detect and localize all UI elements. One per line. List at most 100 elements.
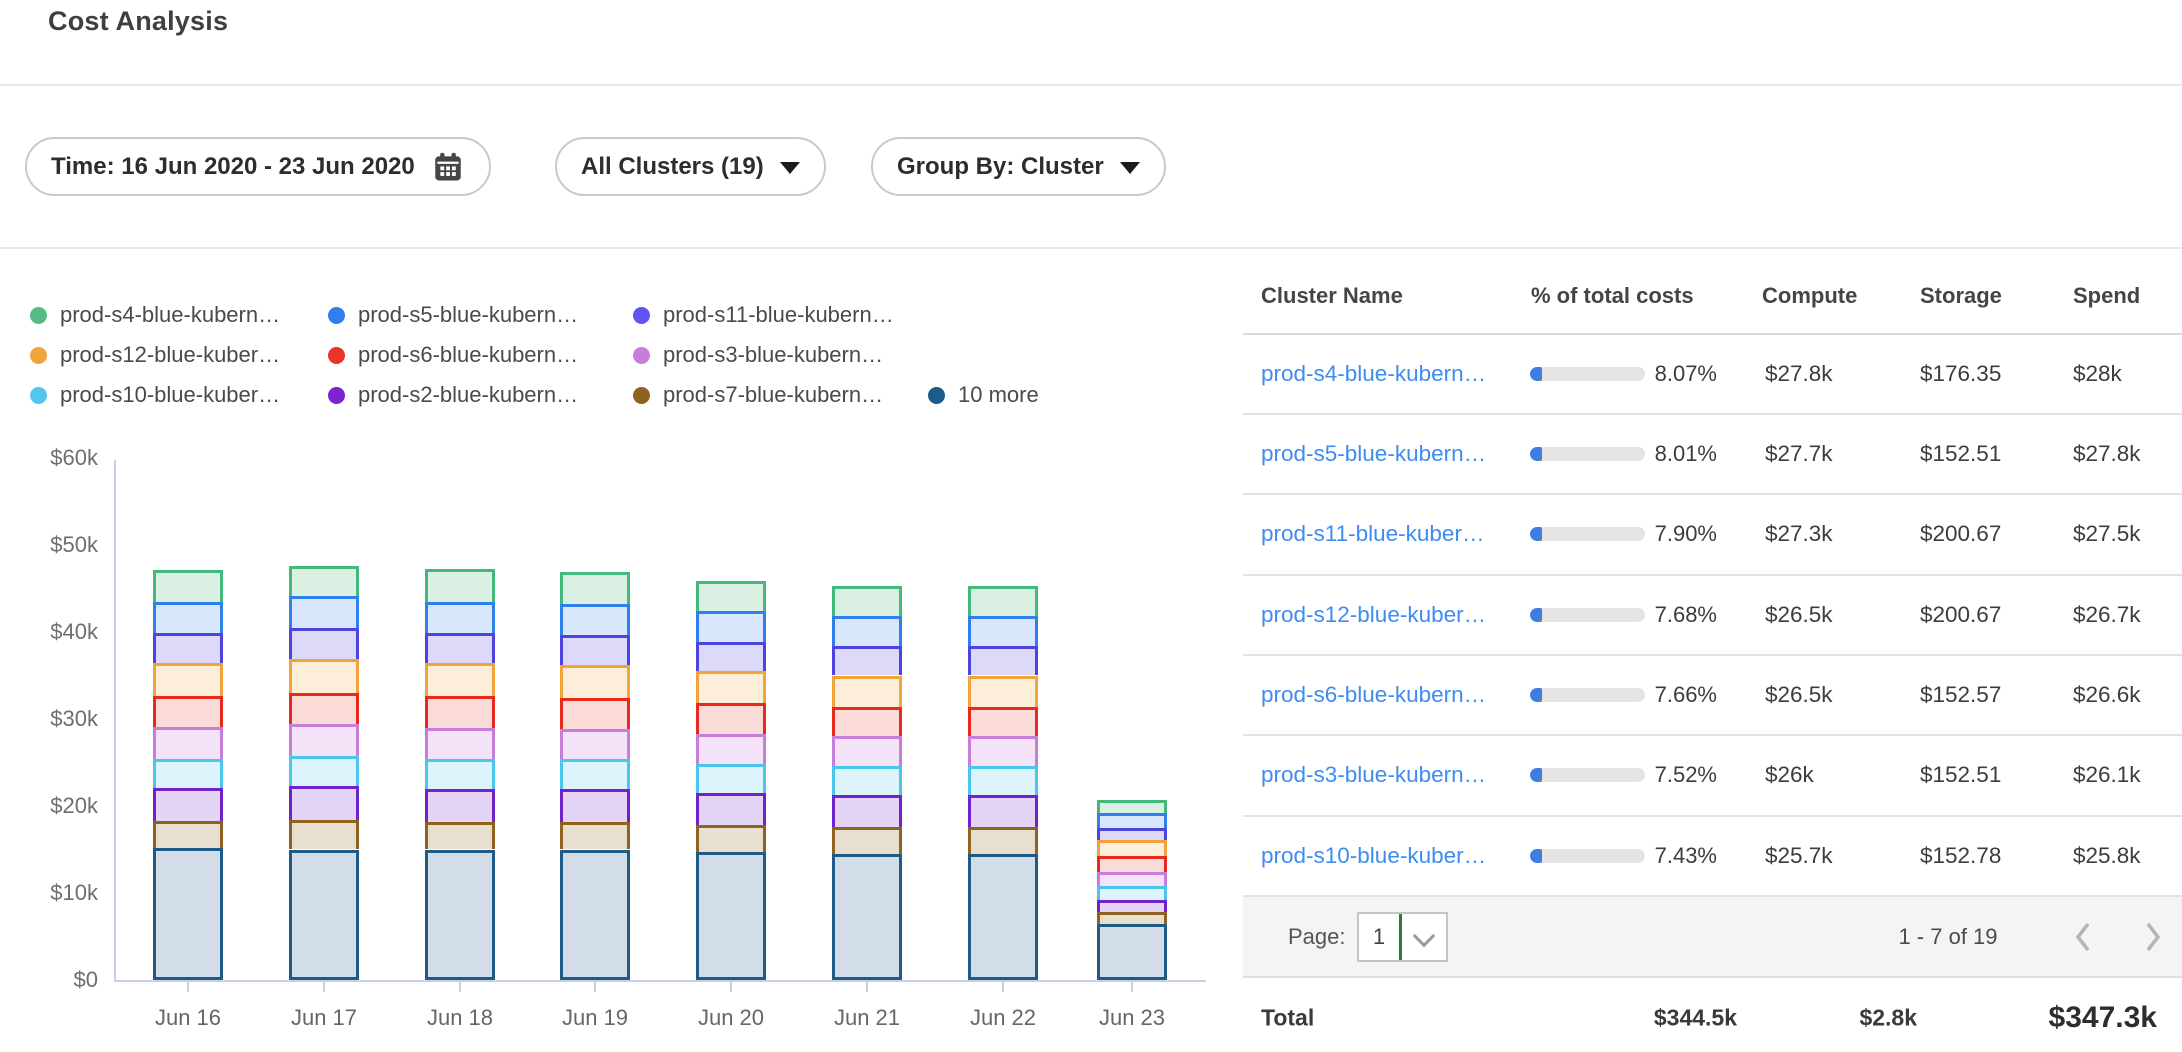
bar-segment[interactable] — [289, 693, 359, 724]
bar-segment[interactable] — [425, 633, 495, 663]
bar-segment[interactable] — [832, 736, 902, 766]
bar-segment[interactable] — [832, 795, 902, 827]
bar-segment[interactable] — [560, 572, 630, 604]
bar-segment[interactable] — [968, 707, 1038, 737]
bar-segment[interactable] — [968, 646, 1038, 676]
bar-segment[interactable] — [289, 820, 359, 850]
next-page-button[interactable] — [2141, 919, 2165, 955]
bar-segment[interactable] — [696, 703, 766, 733]
bar-segment[interactable] — [153, 727, 223, 759]
bar-segment[interactable] — [832, 616, 902, 646]
bar-segment[interactable] — [560, 604, 630, 634]
bar-segment[interactable] — [425, 822, 495, 850]
bar-segment[interactable] — [1097, 813, 1167, 828]
bar-segment[interactable] — [1097, 886, 1167, 900]
bar-segment[interactable] — [832, 707, 902, 737]
bar-segment[interactable] — [153, 788, 223, 821]
clusters-filter-button[interactable]: All Clusters (19) — [555, 137, 826, 196]
cluster-name-link[interactable]: prod-s4-blue-kubern… — [1261, 361, 1486, 387]
bar-segment[interactable] — [425, 696, 495, 727]
bar-segment[interactable] — [425, 759, 495, 789]
bar-segment[interactable] — [696, 611, 766, 641]
legend-item[interactable]: prod-s6-blue-kubern… — [328, 338, 578, 372]
legend-item[interactable]: prod-s10-blue-kuber… — [30, 378, 280, 412]
bar-segment[interactable] — [560, 759, 630, 789]
bar-segment[interactable] — [1097, 800, 1167, 813]
bar-segment[interactable] — [832, 586, 902, 616]
bar-segment[interactable] — [289, 786, 359, 820]
bar-segment[interactable] — [968, 766, 1038, 795]
bar-segment[interactable] — [153, 759, 223, 788]
bar-segment[interactable] — [560, 850, 630, 981]
legend-item[interactable]: prod-s7-blue-kubern… — [633, 378, 883, 412]
bar-segment[interactable] — [425, 728, 495, 759]
bar-segment[interactable] — [968, 616, 1038, 646]
bar-segment[interactable] — [968, 854, 1038, 980]
bar-segment[interactable] — [1097, 924, 1167, 980]
bar-segment[interactable] — [425, 569, 495, 601]
bar-segment[interactable] — [153, 602, 223, 632]
legend-item[interactable]: prod-s4-blue-kubern… — [30, 298, 280, 332]
bar-segment[interactable] — [560, 635, 630, 665]
bar-segment[interactable] — [1097, 912, 1167, 924]
bar-segment[interactable] — [425, 663, 495, 696]
bar-segment[interactable] — [1097, 840, 1167, 856]
bar-segment[interactable] — [832, 827, 902, 854]
bar-segment[interactable] — [968, 795, 1038, 827]
time-filter-button[interactable]: Time: 16 Jun 2020 - 23 Jun 2020 — [25, 137, 491, 196]
bar-segment[interactable] — [968, 676, 1038, 707]
bar-segment[interactable] — [968, 736, 1038, 766]
legend-item[interactable]: prod-s5-blue-kubern… — [328, 298, 578, 332]
bar-segment[interactable] — [425, 789, 495, 822]
bar-segment[interactable] — [153, 848, 223, 980]
bar-segment[interactable] — [289, 724, 359, 755]
bar-segment[interactable] — [696, 764, 766, 793]
cluster-name-link[interactable]: prod-s10-blue-kuber… — [1261, 843, 1486, 869]
bar-segment[interactable] — [153, 633, 223, 663]
bar-segment[interactable] — [832, 646, 902, 676]
bar-segment[interactable] — [1097, 856, 1167, 873]
bar-segment[interactable] — [153, 570, 223, 602]
cluster-name-link[interactable]: prod-s11-blue-kuber… — [1261, 521, 1484, 547]
bar-segment[interactable] — [560, 665, 630, 698]
bar-segment[interactable] — [1097, 900, 1167, 912]
cluster-name-link[interactable]: prod-s3-blue-kubern… — [1261, 762, 1486, 788]
legend-item[interactable]: prod-s2-blue-kubern… — [328, 378, 578, 412]
bar-segment[interactable] — [832, 766, 902, 795]
bar-segment[interactable] — [560, 789, 630, 822]
legend-item[interactable]: prod-s11-blue-kubern… — [633, 298, 894, 332]
bar-segment[interactable] — [153, 821, 223, 848]
bar-segment[interactable] — [968, 827, 1038, 854]
legend-item[interactable]: 10 more — [928, 378, 1039, 412]
bar-segment[interactable] — [696, 671, 766, 703]
bar-segment[interactable] — [560, 698, 630, 728]
bar-segment[interactable] — [289, 756, 359, 786]
previous-page-button[interactable] — [2071, 919, 2095, 955]
bar-segment[interactable] — [1097, 828, 1167, 840]
bar-segment[interactable] — [560, 729, 630, 759]
bar-segment[interactable] — [560, 822, 630, 850]
cluster-name-link[interactable]: prod-s5-blue-kubern… — [1261, 441, 1486, 467]
bar-segment[interactable] — [696, 734, 766, 764]
page-select[interactable]: 1 — [1357, 912, 1448, 962]
bar-segment[interactable] — [289, 628, 359, 659]
cluster-name-link[interactable]: prod-s6-blue-kubern… — [1261, 682, 1486, 708]
bar-segment[interactable] — [696, 852, 766, 980]
bar-segment[interactable] — [425, 602, 495, 633]
bar-segment[interactable] — [425, 850, 495, 981]
bar-segment[interactable] — [289, 850, 359, 981]
bar-segment[interactable] — [153, 663, 223, 696]
bar-segment[interactable] — [968, 586, 1038, 616]
bar-segment[interactable] — [696, 642, 766, 672]
cluster-name-link[interactable]: prod-s12-blue-kuber… — [1261, 602, 1486, 628]
legend-item[interactable]: prod-s12-blue-kuber… — [30, 338, 280, 372]
legend-item[interactable]: prod-s3-blue-kubern… — [633, 338, 883, 372]
bar-segment[interactable] — [289, 659, 359, 693]
bar-segment[interactable] — [696, 793, 766, 825]
bar-segment[interactable] — [696, 825, 766, 852]
bar-segment[interactable] — [153, 696, 223, 726]
bar-segment[interactable] — [1097, 872, 1167, 886]
bar-segment[interactable] — [289, 596, 359, 627]
bar-segment[interactable] — [696, 581, 766, 611]
bar-segment[interactable] — [832, 676, 902, 707]
